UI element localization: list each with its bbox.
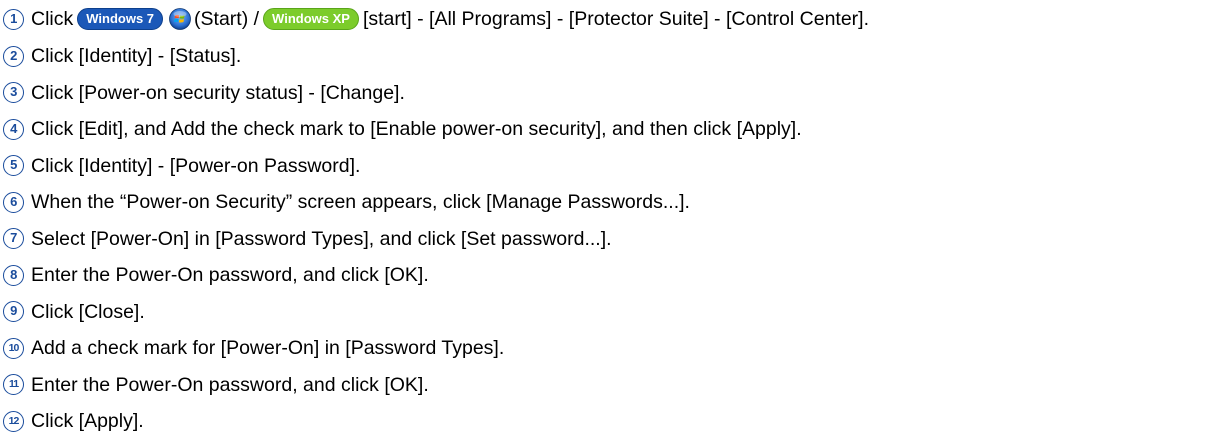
step-text: Click [Close]. xyxy=(31,300,145,323)
windows7-badge: Windows 7 xyxy=(77,8,164,30)
step-text: Add a check mark for [Power-On] in [Pass… xyxy=(31,337,505,360)
step-text: Click xyxy=(31,8,74,30)
step-11: 11 Enter the Power-On password, and clic… xyxy=(3,367,1211,404)
step-text: Select [Power-On] in [Password Types], a… xyxy=(31,227,612,250)
step-8: 8 Enter the Power-On password, and click… xyxy=(3,257,1211,294)
windowsxp-badge: Windows XP xyxy=(263,8,359,30)
step-number: 9 xyxy=(3,301,24,323)
procedure-steps: 1 Click Windows 7 (Start) / Windows XP [… xyxy=(3,0,1211,440)
step-text: Click [Edit], and Add the check mark to … xyxy=(31,118,802,141)
step-text: When the “Power-on Security” screen appe… xyxy=(31,191,690,214)
step-12: 12 Click [Apply]. xyxy=(3,403,1211,440)
step-text: Click [Identity] - [Power-on Password]. xyxy=(31,154,361,177)
step-text: Click [Identity] - [Status]. xyxy=(31,45,242,68)
step-number: 3 xyxy=(3,82,24,104)
step-text: Enter the Power-On password, and click [… xyxy=(31,373,429,396)
step-number: 6 xyxy=(3,191,24,213)
step-10: 10 Add a check mark for [Power-On] in [P… xyxy=(3,330,1211,367)
step-number: 4 xyxy=(3,118,24,140)
step-number: 10 xyxy=(3,337,24,359)
step-5: 5 Click [Identity] - [Power-on Password]… xyxy=(3,148,1211,185)
step-number: 1 xyxy=(3,8,24,30)
step-9: 9 Click [Close]. xyxy=(3,294,1211,331)
step-number: 5 xyxy=(3,155,24,177)
step-text-menu-path: [start] - [All Programs] - [Protector Su… xyxy=(362,8,870,30)
step-text: Click [Apply]. xyxy=(31,410,144,433)
step-number: 8 xyxy=(3,264,24,286)
step-text: Click [Power-on security status] - [Chan… xyxy=(31,81,405,104)
step-number: 2 xyxy=(3,45,24,67)
step-7: 7 Select [Power-On] in [Password Types],… xyxy=(3,221,1211,258)
step-4: 4 Click [Edit], and Add the check mark t… xyxy=(3,111,1211,148)
step-number: 11 xyxy=(3,374,24,396)
step-number: 7 xyxy=(3,228,24,250)
windows-start-orb-icon xyxy=(169,8,191,30)
step-1: 1 Click Windows 7 (Start) / Windows XP [… xyxy=(3,0,1211,38)
step-number: 12 xyxy=(3,410,24,432)
start-label: (Start) / xyxy=(194,8,260,30)
step-6: 6 When the “Power-on Security” screen ap… xyxy=(3,184,1211,221)
step-2: 2 Click [Identity] - [Status]. xyxy=(3,38,1211,75)
step-3: 3 Click [Power-on security status] - [Ch… xyxy=(3,75,1211,112)
step-text: Enter the Power-On password, and click [… xyxy=(31,264,429,287)
